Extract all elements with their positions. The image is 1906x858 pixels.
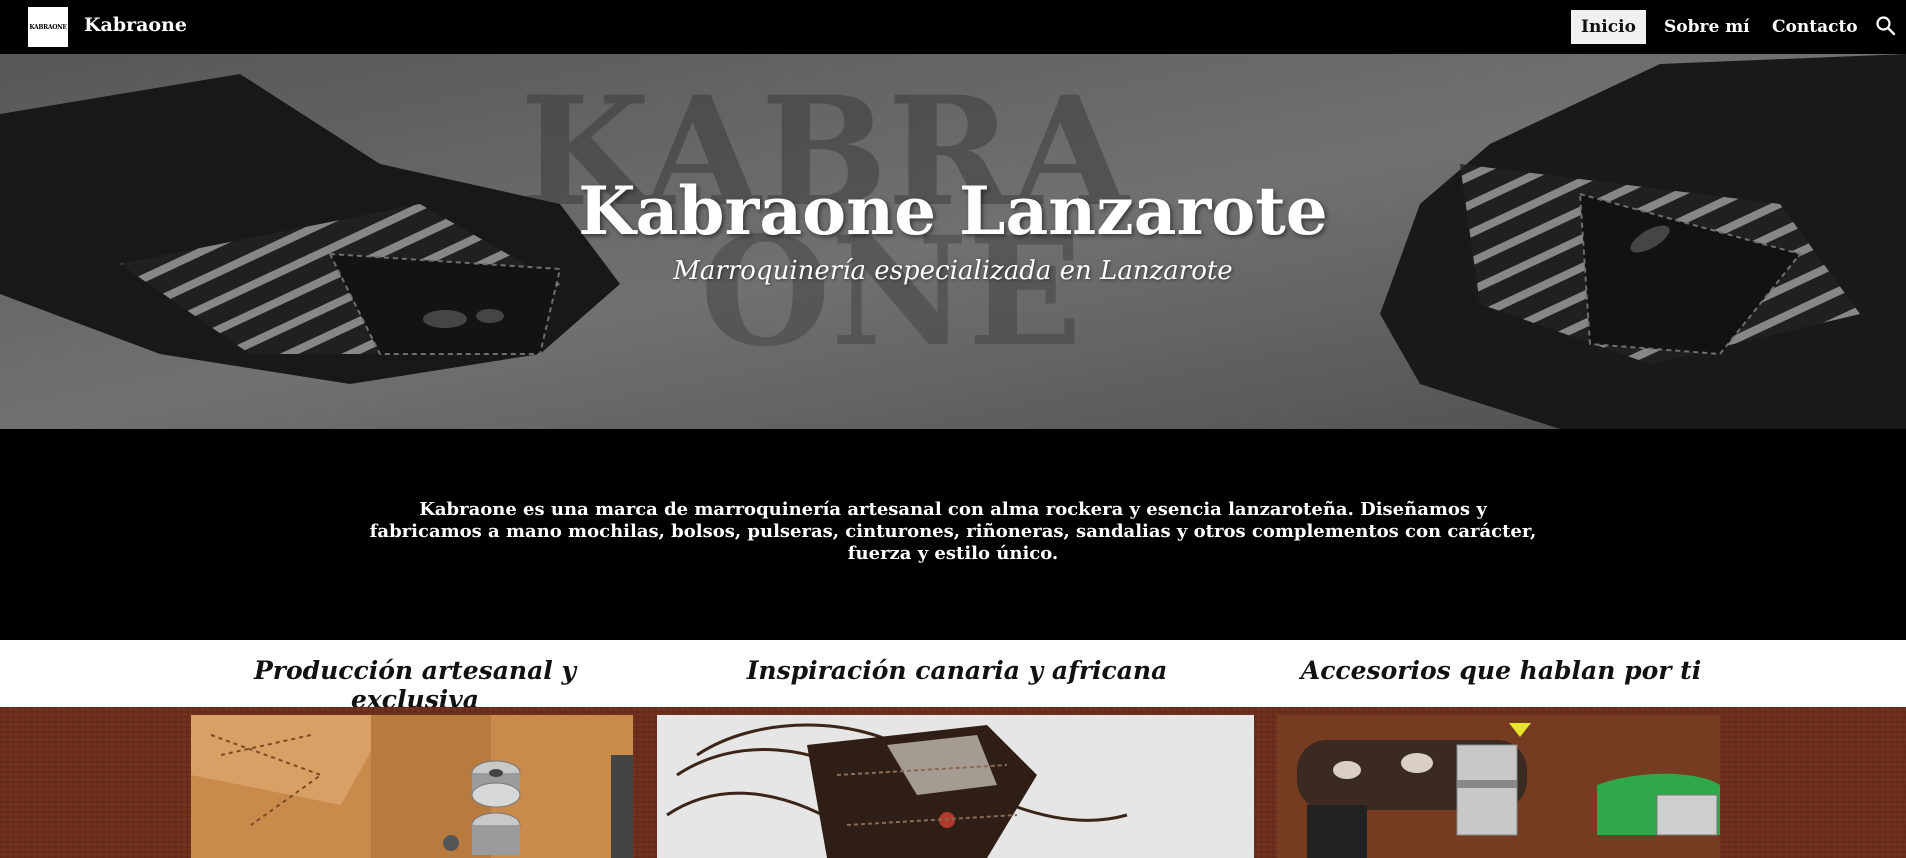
nav-item-contacto[interactable]: Contacto: [1762, 10, 1868, 44]
intro-section: Kabraone es una marca de marroquinería a…: [0, 429, 1906, 640]
logo-wordmark: KABRAONE: [29, 23, 67, 31]
feature-images-band: [0, 707, 1906, 858]
feature-image-inspiracion: [657, 715, 1254, 858]
nav-item-sobre-mi[interactable]: Sobre mí: [1654, 10, 1760, 44]
intro-paragraph: Kabraone es una marca de marroquinería a…: [369, 499, 1537, 564]
site-logo[interactable]: KABRAONE: [28, 7, 68, 47]
feature-title-accesorios: Accesorios que hablan por ti: [1300, 656, 1702, 685]
hero-banner: KABRA ONE Kabraone Lanzarote Marroquiner…: [0, 54, 1906, 429]
feature-image-artesanal: [191, 715, 633, 858]
top-navbar: KABRAONE Kabraone Inicio Sobre mí Contac…: [0, 0, 1906, 54]
features-heading-row: Producción artesanal y exclusiva Inspira…: [0, 640, 1906, 714]
search-icon[interactable]: [1874, 14, 1898, 38]
hero-title: Kabraone Lanzarote: [578, 172, 1328, 250]
hero-subtitle: Marroquinería especializada en Lanzarote: [673, 256, 1233, 286]
feature-title-artesanal: Producción artesanal y exclusiva: [254, 656, 576, 714]
site-name-link[interactable]: Kabraone: [84, 14, 187, 36]
feature-image-accesorios: [1277, 715, 1720, 858]
feature-title-inspiracion: Inspiración canaria y africana: [746, 656, 1168, 685]
nav-item-inicio[interactable]: Inicio: [1571, 10, 1646, 44]
